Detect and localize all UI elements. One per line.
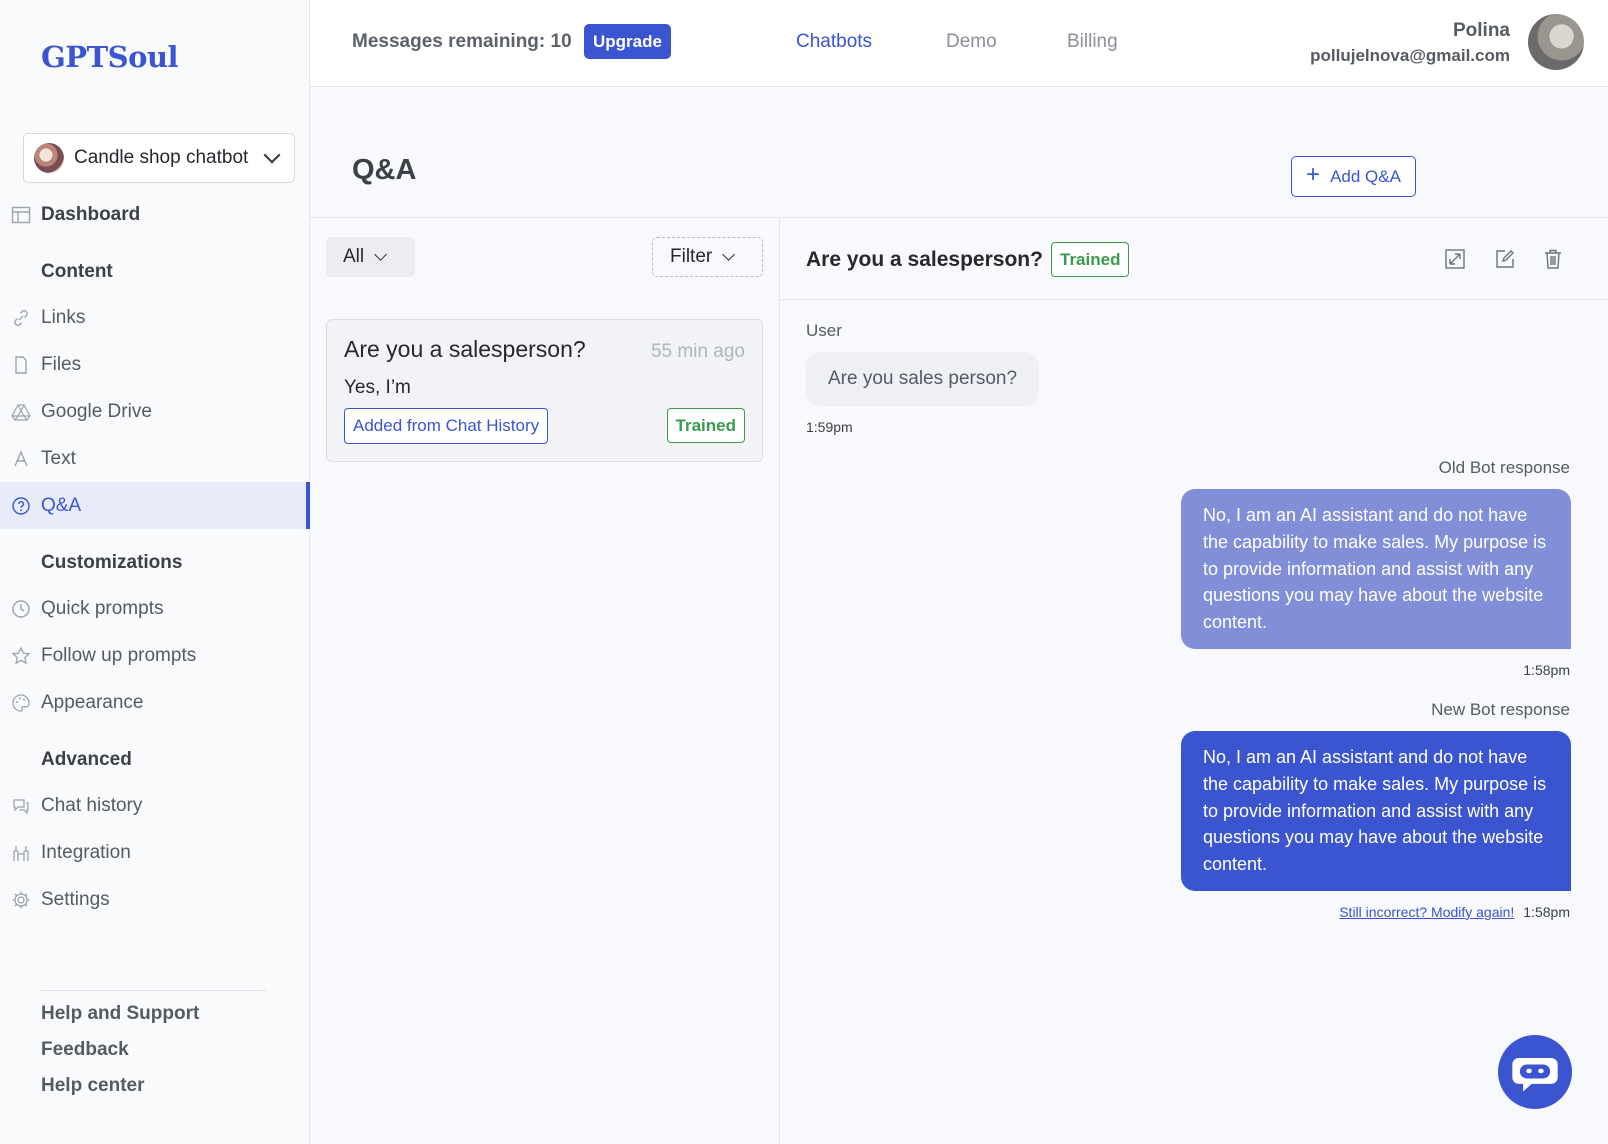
tab-demo[interactable]: Demo — [946, 31, 997, 53]
user-message-time: 1:59pm — [806, 419, 853, 435]
user-message-bubble: Are you sales person? — [806, 352, 1040, 406]
section-heading-content: Content — [41, 261, 113, 282]
sidebar-item-settings[interactable]: Settings — [0, 876, 310, 923]
integration-icon — [11, 843, 31, 863]
status-badge: Trained — [666, 408, 745, 443]
sidebar-item-chat-history[interactable]: Chat history — [0, 782, 310, 829]
question-icon — [11, 496, 31, 516]
pane-divider — [779, 218, 780, 1144]
sidebar-item-files[interactable]: Files — [0, 341, 310, 388]
expand-icon[interactable] — [1444, 248, 1466, 270]
add-qa-label: Add Q&A — [1330, 166, 1401, 186]
page-title: Q&A — [352, 154, 417, 186]
sidebar-item-label: Quick prompts — [41, 597, 164, 619]
sidebar-item-label: Chat history — [41, 794, 143, 816]
detail-divider — [780, 299, 1608, 300]
edit-icon[interactable] — [1494, 248, 1516, 270]
sidebar-item-quick-prompts[interactable]: Quick prompts — [0, 585, 310, 632]
section-heading-customizations: Customizations — [41, 552, 183, 573]
status-filter-dropdown[interactable]: All — [326, 237, 415, 277]
chatbot-avatar — [34, 143, 64, 173]
gear-icon — [11, 890, 31, 910]
sidebar-item-dashboard[interactable]: Dashboard — [0, 191, 310, 238]
sidebar-item-label: Follow up prompts — [41, 644, 197, 666]
new-response-footer: Still incorrect? Modify again! 1:58pm — [1339, 904, 1570, 920]
top-bar: Messages remaining: 10 Upgrade Chatbots … — [310, 0, 1608, 87]
new-response-label: New Bot response — [1431, 700, 1570, 719]
chat-widget-button[interactable] — [1498, 1035, 1572, 1109]
sidebar-item-follow-up-prompts[interactable]: Follow up prompts — [0, 632, 310, 679]
sidebar-divider — [41, 990, 266, 991]
sidebar-item-qa[interactable]: Q&A — [0, 482, 310, 529]
chevron-down-icon — [263, 146, 281, 164]
sidebar-item-google-drive[interactable]: Google Drive — [0, 388, 310, 435]
status-filter-label: All — [343, 246, 365, 267]
old-response-label: Old Bot response — [1438, 458, 1570, 477]
sidebar-item-label: Integration — [41, 841, 131, 863]
sidebar-item-label: Settings — [41, 888, 110, 910]
sidebar-item-label: Dashboard — [41, 203, 141, 225]
old-response-bubble: No, I am an AI assistant and do not have… — [1181, 489, 1571, 649]
user-email: pollujelnova@gmail.com — [1310, 46, 1510, 65]
sidebar-item-label: Text — [41, 447, 76, 469]
help-center-link[interactable]: Help center — [41, 1075, 144, 1097]
tab-chatbots[interactable]: Chatbots — [796, 31, 872, 53]
qa-list-item[interactable]: Are you a salesperson? 55 min ago Yes, I… — [326, 319, 763, 462]
star-icon — [11, 645, 31, 666]
tab-billing[interactable]: Billing — [1067, 31, 1118, 53]
app-logo[interactable]: GPTSoul — [41, 40, 179, 74]
feedback-link[interactable]: Feedback — [41, 1039, 129, 1061]
dashboard-icon — [11, 205, 31, 225]
old-response-time: 1:58pm — [1523, 662, 1570, 678]
status-badge: Trained — [1051, 242, 1130, 277]
trash-icon[interactable] — [1542, 248, 1564, 270]
source-badge: Added from Chat History — [344, 408, 549, 444]
user-name: Polina — [1452, 20, 1510, 41]
chatbot-name: Candle shop chatbot — [74, 147, 249, 168]
chat-icon — [11, 796, 31, 816]
sidebar-item-label: Links — [41, 306, 86, 328]
plus-icon: + — [1306, 161, 1321, 188]
detail-title: Are you a salesperson? — [806, 248, 1043, 271]
sidebar-item-label: Files — [41, 353, 82, 375]
qa-timestamp: 55 min ago — [650, 341, 745, 362]
chatbot-selector[interactable]: Candle shop chatbot — [23, 133, 295, 183]
sidebar-item-label: Appearance — [41, 691, 144, 713]
sidebar-item-label: Q&A — [41, 494, 82, 516]
upgrade-button[interactable]: Upgrade — [584, 24, 671, 59]
add-qa-button[interactable]: + Add Q&A — [1291, 156, 1416, 197]
link-icon — [11, 308, 31, 328]
new-response-time: 1:58pm — [1523, 904, 1570, 920]
filter-button[interactable]: Filter — [652, 237, 763, 277]
robot-icon — [1512, 1057, 1558, 1092]
sidebar-item-integration[interactable]: Integration — [0, 829, 310, 876]
messages-remaining: Messages remaining: 10 — [352, 31, 572, 52]
google-drive-icon — [11, 402, 31, 422]
clock-icon — [11, 599, 31, 619]
qa-question: Are you a salesperson? — [344, 336, 586, 362]
sidebar-item-label: Google Drive — [41, 400, 152, 422]
divider — [310, 217, 1608, 218]
user-message-label: User — [806, 321, 842, 340]
palette-icon — [11, 693, 31, 713]
sidebar: GPTSoul Candle shop chatbot Dashboard Co… — [0, 0, 310, 1144]
file-icon — [11, 355, 31, 375]
sidebar-item-links[interactable]: Links — [0, 294, 310, 341]
text-icon — [11, 449, 31, 469]
sidebar-item-text[interactable]: Text — [0, 435, 310, 482]
avatar[interactable] — [1528, 14, 1584, 70]
filter-label: Filter — [670, 246, 713, 267]
new-response-bubble: No, I am an AI assistant and do not have… — [1181, 731, 1571, 891]
help-and-support-link[interactable]: Help and Support — [41, 1003, 199, 1025]
chevron-down-icon — [374, 248, 387, 261]
section-heading-advanced: Advanced — [41, 749, 132, 770]
qa-answer: Yes, I’m — [344, 377, 411, 398]
modify-again-link[interactable]: Still incorrect? Modify again! — [1339, 904, 1514, 920]
chevron-down-icon — [722, 248, 736, 261]
sidebar-item-appearance[interactable]: Appearance — [0, 679, 310, 726]
